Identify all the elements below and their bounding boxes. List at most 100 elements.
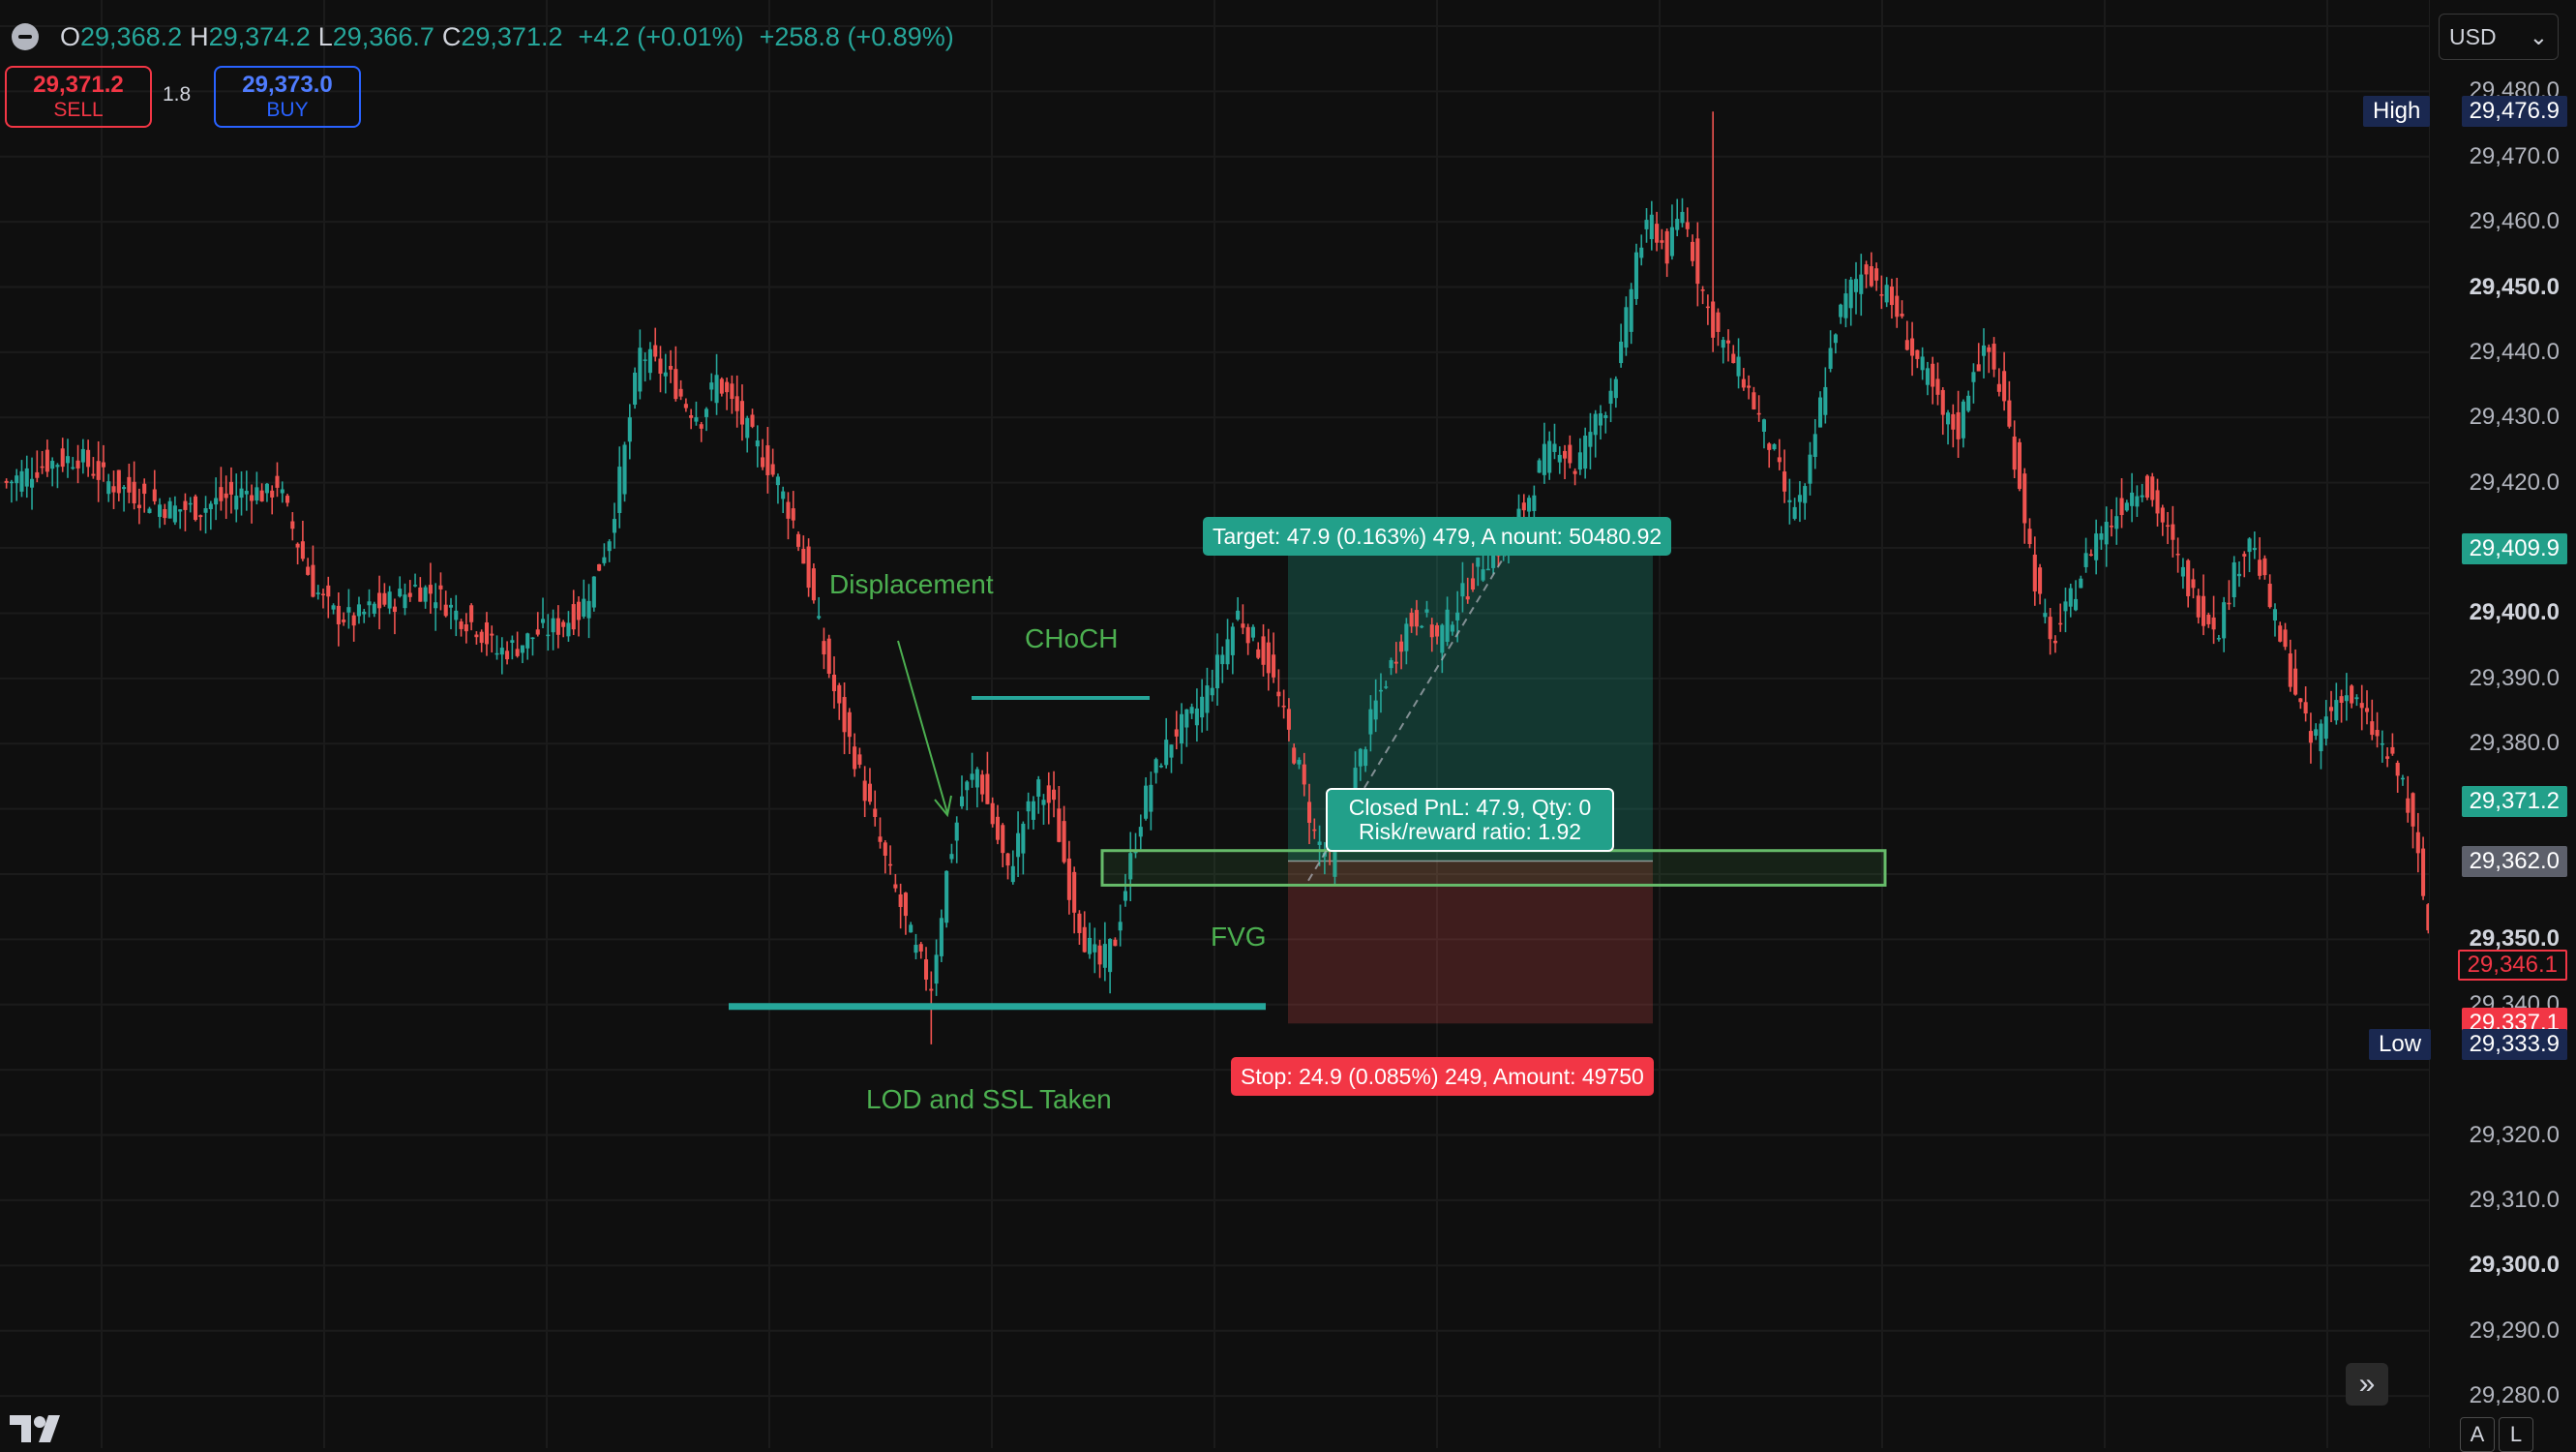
- candle-body: [71, 467, 75, 469]
- candle-body: [362, 611, 367, 615]
- candle-body: [1220, 654, 1225, 665]
- candle-body: [295, 543, 300, 548]
- candle-body: [1542, 443, 1546, 475]
- chart-grid: [0, 0, 2429, 1448]
- candle-body: [714, 375, 719, 404]
- candle-body: [2202, 595, 2206, 626]
- candle-body: [2380, 742, 2384, 745]
- chart-pane[interactable]: O 29,368.2 H 29,374.2 L 29,366.7 C 29,371.2 …: [0, 0, 2429, 1448]
- candle-body: [1174, 729, 1179, 737]
- candle-body: [2354, 697, 2359, 700]
- candle-body: [2052, 640, 2057, 644]
- candle-body: [1097, 945, 1102, 965]
- candle-body: [683, 404, 688, 408]
- fvg-label[interactable]: FVG: [1211, 922, 1267, 953]
- candle-body: [1721, 340, 1725, 348]
- candle-body: [342, 620, 346, 622]
- price-label: 29,346.1: [2457, 949, 2567, 981]
- candle-body: [739, 401, 744, 425]
- double-chevron-right-icon: »: [2358, 1368, 2376, 1400]
- open-key: O: [60, 21, 81, 51]
- target-label[interactable]: Target: 47.9 (0.163%) 479, A nount: 5048…: [1203, 517, 1672, 556]
- candle-body: [1772, 443, 1777, 450]
- candle-body: [356, 604, 361, 617]
- candle-body: [1066, 858, 1071, 900]
- candle-body: [413, 585, 418, 587]
- candle-body: [193, 496, 198, 521]
- price-tick-label: 29,290.0: [2469, 1316, 2560, 1344]
- candle-body: [918, 944, 923, 952]
- price-tick-label: 29,440.0: [2469, 338, 2560, 365]
- candle-body: [505, 650, 510, 660]
- scroll-to-realtime-button[interactable]: »: [2346, 1363, 2388, 1406]
- candle-body: [1153, 759, 1158, 773]
- candle-body: [591, 576, 596, 608]
- candle-body: [24, 468, 29, 487]
- candle-body: [2252, 548, 2257, 551]
- candle-body: [995, 816, 1000, 840]
- candle-body: [1455, 612, 1460, 620]
- candle-body: [2314, 729, 2319, 737]
- candle-body: [1951, 413, 1956, 430]
- candle-body: [1573, 470, 1577, 474]
- log-scale-button[interactable]: L: [2499, 1417, 2533, 1452]
- stop-label[interactable]: Stop: 24.9 (0.085%) 249, Amount: 49750: [1231, 1057, 1654, 1096]
- candle-body: [1057, 808, 1062, 842]
- candle-body: [1123, 891, 1127, 901]
- candle-body: [1598, 413, 1603, 426]
- candle-body: [1823, 386, 1828, 415]
- candle-body: [755, 440, 760, 447]
- lod-ssl-label[interactable]: LOD and SSL Taken: [866, 1084, 1112, 1115]
- candle-body: [35, 471, 40, 478]
- candle-body: [663, 372, 668, 377]
- candle-body: [152, 489, 157, 501]
- candle-body: [1935, 378, 1940, 395]
- candle-body: [1931, 363, 1935, 387]
- candle-body: [2094, 533, 2099, 560]
- candle-body: [1669, 227, 1674, 257]
- collapse-legend-icon[interactable]: [12, 23, 39, 50]
- candle-body: [454, 610, 459, 620]
- candle-body: [1214, 654, 1220, 689]
- candle-body: [2258, 560, 2262, 576]
- candle-body: [2130, 492, 2135, 506]
- candle-body: [469, 605, 474, 622]
- candle-body: [1869, 266, 1873, 287]
- closed-pnl-box[interactable]: Closed PnL: 47.9, Qty: 0 Risk/reward rat…: [1326, 788, 1614, 852]
- auto-scale-button[interactable]: A: [2460, 1417, 2495, 1452]
- candle-body: [1808, 454, 1812, 484]
- candle-body: [985, 773, 990, 804]
- candle-body: [959, 796, 965, 806]
- candle-body: [1895, 295, 1900, 318]
- currency-select[interactable]: USD ⌄: [2439, 14, 2559, 60]
- candlestick-chart[interactable]: [0, 0, 2429, 1448]
- candle-body: [250, 495, 255, 501]
- displacement-label[interactable]: Displacement: [829, 569, 994, 600]
- candle-body: [1828, 348, 1833, 370]
- candle-body: [1731, 353, 1736, 364]
- candle-body: [65, 456, 71, 464]
- candle-body: [2017, 441, 2022, 490]
- candle-body: [1619, 341, 1624, 364]
- price-axis[interactable]: 29,490.029,480.029,470.029,460.029,450.0…: [2429, 0, 2576, 1448]
- candle-body: [647, 348, 652, 374]
- candle-body: [612, 519, 616, 533]
- candle-body: [586, 600, 591, 619]
- candle-body: [2155, 490, 2160, 514]
- candle-body: [719, 378, 724, 394]
- candle-body: [2027, 529, 2032, 545]
- candle-body: [2339, 696, 2344, 704]
- candle-body: [811, 568, 816, 601]
- candle-body: [2007, 400, 2012, 427]
- tradingview-logo[interactable]: [10, 1413, 70, 1444]
- candle-body: [306, 566, 311, 575]
- spread-value: 1.8: [163, 83, 192, 106]
- candle-body: [423, 587, 428, 602]
- buy-button[interactable]: 29,373.0 BUY: [214, 66, 361, 128]
- sell-button[interactable]: 29,371.2 SELL: [5, 66, 152, 128]
- candle-body: [1685, 222, 1690, 229]
- choch-label[interactable]: CHoCH: [1025, 623, 1118, 654]
- candle-body: [377, 592, 382, 609]
- candle-body: [1792, 506, 1797, 519]
- candle-body: [459, 621, 464, 629]
